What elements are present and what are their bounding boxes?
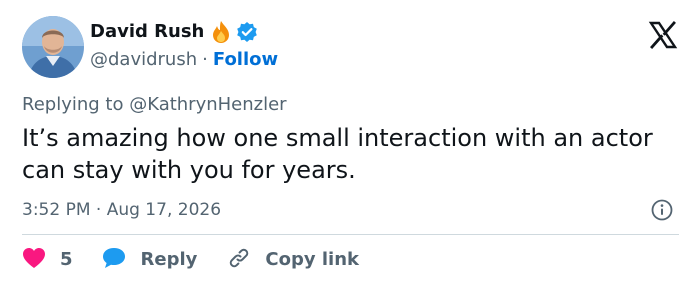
copy-link-button[interactable]: Copy link [227, 246, 359, 274]
avatar-photo [22, 16, 84, 78]
avatar[interactable] [22, 16, 84, 78]
divider [22, 234, 679, 235]
copy-link-label: Copy link [265, 249, 359, 270]
author-name-row: David Rush [90, 20, 258, 44]
speech-bubble-icon [101, 246, 127, 274]
follow-button[interactable]: Follow [213, 48, 278, 72]
x-logo-icon[interactable] [648, 20, 678, 50]
separator-dot: · [202, 49, 208, 70]
info-icon[interactable] [651, 199, 673, 221]
link-icon [227, 246, 251, 274]
heart-icon [22, 247, 46, 273]
author-handle-row: @davidrush · Follow [90, 48, 278, 72]
author-display-name[interactable]: David Rush [90, 20, 204, 44]
author-handle[interactable]: @davidrush [90, 48, 197, 72]
verified-badge-icon [236, 21, 258, 43]
like-button[interactable]: 5 [22, 247, 73, 273]
fire-emoji-icon [210, 20, 232, 44]
tweet-text: It’s amazing how one small interaction w… [22, 124, 653, 184]
like-count: 5 [60, 249, 73, 270]
reply-label: Reply [140, 249, 198, 270]
reply-button[interactable]: Reply [101, 246, 198, 274]
action-bar: 5 Reply Copy link [22, 246, 359, 274]
tweet-timestamp[interactable]: 3:52 PM · Aug 17, 2026 [22, 198, 221, 222]
tweet-card: David Rush @davidrush · Follow Replying … [0, 0, 700, 287]
replying-to-line[interactable]: Replying to @KathrynHenzler [22, 93, 287, 117]
